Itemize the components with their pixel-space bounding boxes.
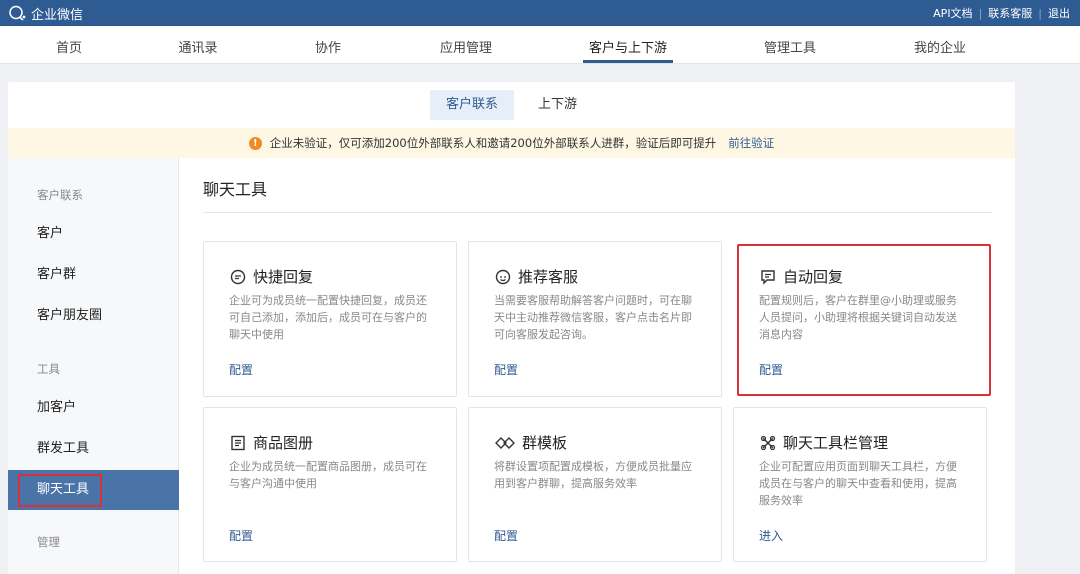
- sidebar: 客户联系 客户 客户群 客户朋友圈 工具 加客户 群发工具 聊天工具 管理: [8, 158, 179, 574]
- verify-link[interactable]: 前往验证: [728, 135, 774, 151]
- sidebar-item-label: 客户群: [37, 267, 77, 282]
- sidebar-item-mass-send[interactable]: 群发工具: [8, 429, 179, 469]
- tab-upstream-downstream[interactable]: 上下游: [522, 90, 593, 120]
- nav-collaboration[interactable]: 协作: [311, 37, 345, 56]
- configure-link[interactable]: 配置: [494, 527, 518, 544]
- main-panel: 客户联系 上下游 ! 企业未验证，仅可添加200位外部联系人和邀请200位外部联…: [8, 82, 1015, 574]
- main-nav: 首页 通讯录 协作 应用管理 客户与上下游 管理工具 我的企业: [0, 26, 1080, 64]
- brand[interactable]: 企业微信: [8, 4, 84, 23]
- warning-icon: !: [248, 136, 262, 150]
- card-title: 商品图册: [253, 434, 314, 452]
- api-docs-link[interactable]: API文档: [933, 5, 972, 21]
- configure-link[interactable]: 配置: [229, 361, 253, 378]
- configure-link[interactable]: 配置: [759, 361, 783, 378]
- product-album-icon: [231, 435, 245, 450]
- toolbar-manage-icon: [760, 435, 776, 450]
- active-nav-underline: [583, 60, 673, 63]
- card-toolbar-management: 聊天工具栏管理 企业可配置应用页面到聊天工具栏，方便成员在与客户的聊天中查看和使…: [733, 407, 987, 562]
- card-description: 配置规则后，客户在群里@小助理或服务人员提问，小助理将根据关键词自动发送消息内容: [759, 294, 957, 341]
- sidebar-item-label: 客户朋友圈: [37, 308, 103, 323]
- card-description: 企业可为成员统一配置快捷回复，成员还可自己添加，添加后，成员可在与客户的聊天中使…: [229, 294, 427, 341]
- sidebar-item-customers[interactable]: 客户: [8, 214, 179, 254]
- sub-tabs: 客户联系 上下游: [8, 82, 1015, 128]
- nav-management-tools[interactable]: 管理工具: [759, 37, 821, 56]
- enter-link[interactable]: 进入: [759, 527, 783, 544]
- card-title: 推荐客服: [518, 268, 579, 286]
- separator: |: [978, 6, 983, 20]
- card-description: 企业为成员统一配置商品图册，成员可在与客户沟通中使用: [229, 460, 427, 490]
- configure-link[interactable]: 配置: [494, 361, 518, 378]
- nav-home[interactable]: 首页: [52, 37, 86, 56]
- card-product-album: 商品图册 企业为成员统一配置商品图册，成员可在与客户沟通中使用 配置: [203, 407, 457, 562]
- group-template-icon: [495, 436, 515, 449]
- page-title: 聊天工具: [203, 180, 268, 199]
- separator: |: [1038, 6, 1042, 20]
- title-divider: [203, 212, 992, 213]
- sidebar-item-customer-groups[interactable]: 客户群: [8, 255, 179, 295]
- top-links: API文档 | 联系客服 | 退出: [933, 5, 1070, 21]
- sidebar-group-tools: 工具: [37, 362, 60, 376]
- nav-app-management[interactable]: 应用管理: [435, 37, 497, 56]
- tab-customer-contact[interactable]: 客户联系: [430, 90, 515, 120]
- verification-notice: ! 企业未验证，仅可添加200位外部联系人和邀请200位外部联系人进群，验证后即…: [8, 128, 1015, 158]
- notice-text: 企业未验证，仅可添加200位外部联系人和邀请200位外部联系人进群，验证后即可提…: [269, 136, 717, 150]
- sidebar-item-add-customers[interactable]: 加客户: [8, 388, 179, 428]
- sidebar-item-chat-tools[interactable]: 聊天工具: [8, 470, 179, 510]
- top-bar: 企业微信 API文档 | 联系客服 | 退出: [0, 0, 1080, 26]
- support-link[interactable]: 联系客服: [988, 5, 1032, 21]
- configure-link[interactable]: 配置: [229, 527, 253, 544]
- card-title: 自动回复: [783, 268, 844, 286]
- card-description: 企业可配置应用页面到聊天工具栏，方便成员在与客户的聊天中查看和使用，提高服务效率: [759, 460, 957, 507]
- wecom-logo-icon: [9, 5, 26, 21]
- card-title: 群模板: [522, 434, 568, 452]
- quick-reply-icon: [230, 269, 246, 284]
- recommend-service-icon: [495, 269, 511, 284]
- sidebar-group-customer-contact: 客户联系: [37, 188, 83, 202]
- card-group-template: 群模板 将群设置项配置成模板，方便成员批量应用到客户群聊，提高服务效率 配置: [468, 407, 722, 562]
- nav-customers-upstream[interactable]: 客户与上下游: [583, 37, 673, 56]
- nav-contacts[interactable]: 通讯录: [172, 37, 224, 56]
- sidebar-item-label: 客户: [37, 226, 64, 241]
- nav-my-enterprise[interactable]: 我的企业: [909, 37, 971, 56]
- highlight-box: [18, 474, 102, 507]
- card-description: 当需要客服帮助解答客户问题时，可在聊天中主动推荐微信客服，客户点击名片即可向客服…: [494, 294, 692, 341]
- card-title: 快捷回复: [253, 268, 314, 286]
- sidebar-item-moments[interactable]: 客户朋友圈: [8, 296, 179, 336]
- sidebar-item-label: 加客户: [37, 400, 77, 415]
- card-recommend-service: 推荐客服 当需要客服帮助解答客户问题时，可在聊天中主动推荐微信客服，客户点击名片…: [468, 241, 722, 397]
- logout-link[interactable]: 退出: [1048, 5, 1070, 21]
- app-name: 企业微信: [31, 7, 84, 23]
- card-description: 将群设置项配置成模板，方便成员批量应用到客户群聊，提高服务效率: [494, 460, 692, 490]
- sidebar-item-label: 群发工具: [37, 441, 90, 456]
- card-title: 聊天工具栏管理: [783, 434, 889, 452]
- sidebar-group-management: 管理: [37, 535, 60, 549]
- card-quick-reply: 快捷回复 企业可为成员统一配置快捷回复，成员还可自己添加，添加后，成员可在与客户…: [203, 241, 457, 397]
- card-auto-reply: 自动回复 配置规则后，客户在群里@小助理或服务人员提问，小助理将根据关键词自动发…: [737, 244, 991, 396]
- auto-reply-icon: [761, 269, 775, 285]
